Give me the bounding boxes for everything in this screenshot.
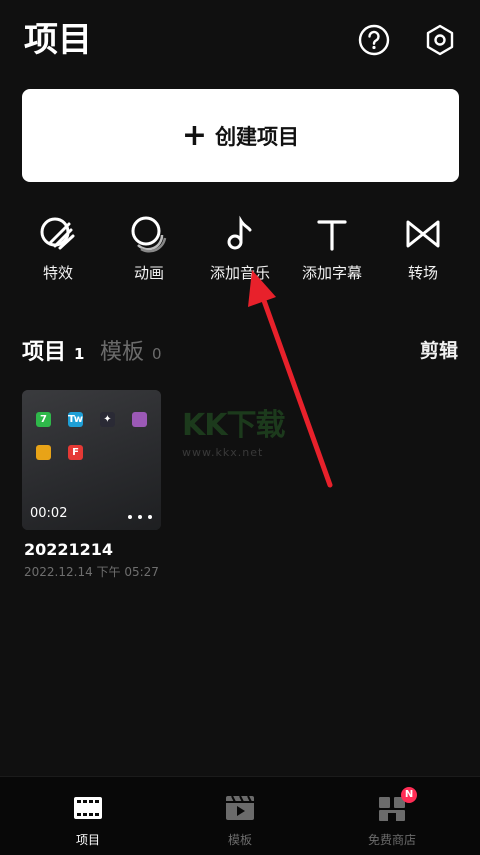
- help-icon: [358, 24, 390, 56]
- tool-label: 转场: [407, 264, 438, 282]
- nav-label: 项目: [75, 833, 100, 847]
- music-note-icon: [220, 214, 260, 254]
- tool-label: 特效: [42, 264, 73, 282]
- duration-label: 00:02: [30, 506, 68, 521]
- tab-projects[interactable]: 项目 1: [22, 334, 84, 366]
- tool-animation[interactable]: 动画: [103, 210, 195, 290]
- edit-button[interactable]: 剪辑: [420, 336, 458, 363]
- thumbnail-app-icon: 7: [36, 412, 51, 427]
- nav-label: 免费商店: [367, 833, 416, 847]
- dot: [128, 515, 132, 519]
- tool-transition[interactable]: 转场: [377, 210, 469, 290]
- tab-label: 模板: [100, 340, 145, 365]
- thumbnail-app-icon: F: [68, 445, 83, 460]
- nav-item-projects[interactable]: 项目: [28, 777, 148, 855]
- project-date: 2022.12.14 下午 05:27: [24, 565, 159, 579]
- tab-count: 1: [74, 345, 85, 363]
- help-button[interactable]: [356, 22, 392, 58]
- nav-item-store[interactable]: N 免费商店: [332, 777, 452, 855]
- new-badge: N: [401, 787, 417, 803]
- tool-label: 动画: [133, 264, 164, 282]
- template-play-icon: [223, 791, 257, 825]
- bottom-navigation: 项目 模板 N 免费商店: [0, 776, 480, 855]
- tool-effects[interactable]: 特效: [12, 210, 104, 290]
- page-title: 项目: [24, 20, 92, 60]
- header: 项目: [0, 0, 480, 84]
- text-icon: [312, 214, 352, 254]
- nav-label: 模板: [227, 833, 252, 847]
- settings-button[interactable]: [422, 22, 458, 58]
- thumbnail-app-icon: ✦: [100, 412, 115, 427]
- tab-templates[interactable]: 模板 0: [100, 334, 162, 366]
- animation-icon: [129, 214, 169, 254]
- thumbnail-app-icon: [132, 412, 147, 427]
- dot: [138, 515, 142, 519]
- create-project-label: 创建项目: [215, 124, 300, 149]
- transition-icon: [403, 214, 443, 254]
- project-card[interactable]: 7 Tw ✦ F 00:02: [22, 390, 161, 530]
- store-icon: N: [375, 787, 417, 825]
- project-name: 20221214: [24, 540, 114, 559]
- plus-icon: +: [181, 117, 208, 153]
- dot: [148, 515, 152, 519]
- effects-icon: [38, 214, 78, 254]
- thumbnail-app-icon: [36, 445, 51, 460]
- app-screen: 项目 + 创建项目 特效 动画 添加音乐 添加字幕 转场 项目 1 模板 0 剪…: [0, 0, 480, 855]
- create-project-button[interactable]: + 创建项目: [22, 89, 459, 182]
- annotation-arrow-icon: [248, 270, 333, 488]
- settings-hexagon-icon: [426, 24, 454, 56]
- more-options-button[interactable]: [127, 508, 153, 524]
- thumbnail-app-icon: Tw: [68, 412, 83, 427]
- tab-count: 0: [152, 345, 162, 363]
- tab-label: 项目: [22, 340, 67, 365]
- nav-item-templates[interactable]: 模板: [180, 777, 300, 855]
- film-strip-icon: [71, 791, 105, 825]
